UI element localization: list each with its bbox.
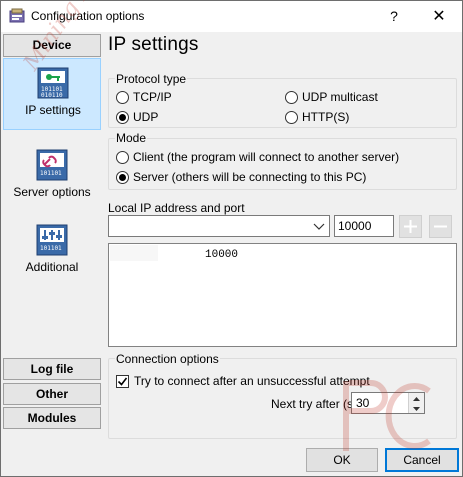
radio-label: TCP/IP — [133, 90, 172, 104]
list-item[interactable]: 10000 — [205, 249, 238, 261]
radio-tcp-ip[interactable]: TCP/IP — [116, 90, 172, 104]
cancel-button[interactable]: Cancel — [385, 448, 459, 472]
radio-indicator — [285, 90, 298, 104]
port-list[interactable]: 10000 — [108, 243, 457, 347]
minus-icon — [434, 225, 447, 228]
ok-button[interactable]: OK — [306, 448, 378, 472]
radio-indicator — [116, 110, 129, 124]
checkmark-icon — [117, 377, 128, 386]
window-title: Configuration options — [31, 9, 145, 23]
next-try-spinner[interactable]: 30 — [351, 392, 425, 414]
radio-label: Server (others will be connecting to thi… — [133, 170, 367, 184]
ip-address-combobox[interactable] — [108, 215, 330, 237]
ip-settings-icon: 101101 010110 — [37, 67, 69, 99]
radio-udp-multicast[interactable]: UDP multicast — [285, 90, 378, 104]
port-input[interactable]: 10000 — [334, 215, 394, 237]
sidebar-device-header[interactable]: Device — [3, 34, 101, 57]
spinner-up-button[interactable] — [408, 393, 424, 403]
checkbox-indicator — [116, 374, 129, 388]
configuration-window: Configuration options ? ✕ Device 101101 … — [0, 0, 463, 477]
sliders-icon: 101101 — [36, 224, 68, 256]
radio-label: UDP — [133, 110, 159, 124]
radio-server[interactable]: Server (others will be connecting to thi… — [116, 170, 366, 184]
radio-udp[interactable]: UDP — [116, 110, 158, 124]
radio-https[interactable]: HTTP(S) — [285, 110, 349, 124]
sidebar-item-label: Server options — [13, 185, 91, 199]
app-icon — [9, 8, 25, 24]
radio-indicator — [116, 90, 129, 104]
protocol-type-label: Protocol type — [115, 72, 188, 86]
radio-label: UDP multicast — [302, 90, 378, 104]
radio-indicator — [116, 170, 129, 184]
sidebar-item-ip-settings[interactable]: 101101 010110 IP settings — [3, 58, 101, 130]
radio-indicator — [285, 110, 298, 124]
chain-link-icon: 101101 — [36, 149, 68, 181]
svg-text:101101: 101101 — [40, 245, 62, 252]
sidebar-item-server-options[interactable]: 101101 Server options — [3, 141, 101, 213]
sidebar-log-file-button[interactable]: Log file — [3, 358, 101, 380]
mode-label: Mode — [115, 131, 148, 145]
svg-text:010110: 010110 — [41, 92, 63, 99]
radio-label: Client (the program will connect to anot… — [133, 150, 400, 164]
spinner-down-button[interactable] — [408, 403, 424, 413]
retry-checkbox[interactable]: Try to connect after an unsuccessful att… — [116, 374, 370, 388]
sidebar-item-additional[interactable]: 101101 Additional — [3, 216, 101, 288]
radio-label: HTTP(S) — [302, 110, 350, 124]
local-ip-label: Local IP address and port — [108, 201, 245, 215]
sidebar-modules-button[interactable]: Modules — [3, 407, 101, 429]
sidebar-item-label: IP settings — [25, 103, 81, 117]
sidebar-other-button[interactable]: Other — [3, 383, 101, 405]
list-column-header — [110, 245, 158, 261]
connection-options-label: Connection options — [115, 352, 220, 366]
next-try-value: 30 — [356, 396, 370, 410]
plus-icon — [404, 220, 417, 233]
checkbox-label: Try to connect after an unsuccessful att… — [134, 374, 370, 388]
close-button[interactable]: ✕ — [416, 1, 462, 32]
remove-port-button[interactable] — [429, 215, 452, 238]
title-bar: Configuration options ? ✕ — [1, 1, 462, 32]
svg-text:101101: 101101 — [40, 170, 62, 177]
radio-indicator — [116, 150, 129, 164]
add-port-button[interactable] — [399, 215, 422, 238]
page-title: IP settings — [108, 34, 199, 55]
chevron-down-icon[interactable] — [312, 219, 326, 233]
help-button[interactable]: ? — [371, 1, 417, 32]
sidebar-item-label: Additional — [25, 260, 79, 274]
next-try-label: Next try after (s) — [271, 397, 358, 411]
radio-client[interactable]: Client (the program will connect to anot… — [116, 150, 399, 164]
